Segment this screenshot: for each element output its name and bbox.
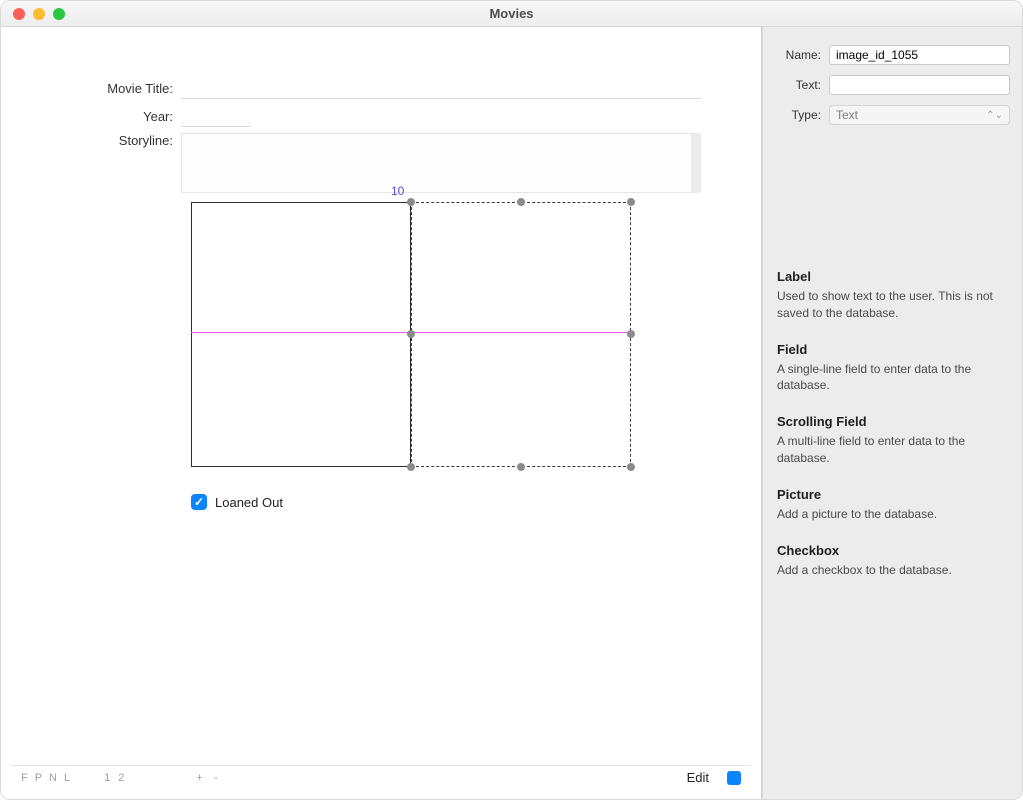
resize-handle-tr[interactable] xyxy=(627,198,635,206)
movie-title-label: Movie Title: xyxy=(11,81,181,96)
desc-checkbox[interactable]: Checkbox Add a checkbox to the database. xyxy=(777,543,1008,579)
desc-picture[interactable]: Picture Add a picture to the database. xyxy=(777,487,1008,523)
year-field[interactable] xyxy=(181,105,251,127)
inspector-type-value: Text xyxy=(836,108,858,122)
titlebar: Movies xyxy=(1,1,1022,27)
inspector-name-field[interactable] xyxy=(829,45,1010,65)
resize-handle-tl[interactable] xyxy=(407,198,415,206)
inspector-properties: Name: Text: Type: Text ⌃⌄ xyxy=(763,27,1022,143)
page-2[interactable]: 2 xyxy=(118,772,124,784)
canvas-footer: F P N L 1 2 + - Edit xyxy=(11,765,751,789)
storyline-field[interactable] xyxy=(181,133,701,193)
inspector-name-label: Name: xyxy=(775,48,829,62)
loaned-out-checkbox[interactable]: ✓ xyxy=(191,494,207,510)
inspector-text-field[interactable] xyxy=(829,75,1010,95)
inspector-type-select[interactable]: Text ⌃⌄ xyxy=(829,105,1010,125)
canvas-content[interactable]: Movie Title: Year: Storyline: 10 xyxy=(11,37,751,765)
movie-title-field[interactable] xyxy=(181,77,701,99)
loaned-out-label: Loaned Out xyxy=(215,495,283,510)
desc-label[interactable]: Label Used to show text to the user. Thi… xyxy=(777,269,1008,322)
offset-readout: 10 xyxy=(391,184,404,198)
chevron-updown-icon: ⌃⌄ xyxy=(986,110,1003,121)
zoom-window-button[interactable] xyxy=(53,8,65,20)
inspector-descriptions: Label Used to show text to the user. Thi… xyxy=(763,253,1022,614)
desc-field[interactable]: Field A single-line field to enter data … xyxy=(777,342,1008,395)
inspector-type-label: Type: xyxy=(775,108,829,122)
year-label: Year: xyxy=(11,109,181,124)
picture-placeholder-right-selected[interactable] xyxy=(411,202,631,467)
resize-handle-bm[interactable] xyxy=(517,463,525,471)
app-window: Movies Movie Title: Year: Storyline: xyxy=(0,0,1023,800)
zoom-controls[interactable]: + - xyxy=(196,772,221,784)
traffic-lights xyxy=(1,8,65,20)
resize-handle-br[interactable] xyxy=(627,463,635,471)
resize-handle-tm[interactable] xyxy=(517,198,525,206)
desc-scrolling-field[interactable]: Scrolling Field A multi-line field to en… xyxy=(777,414,1008,467)
picture-row: 10 xyxy=(191,202,641,482)
resize-handle-mr[interactable] xyxy=(627,330,635,338)
canvas-pane: Movie Title: Year: Storyline: 10 xyxy=(1,27,762,799)
window-title: Movies xyxy=(1,6,1022,21)
edit-badge-icon[interactable] xyxy=(727,771,741,785)
edit-button[interactable]: Edit xyxy=(687,770,709,785)
storyline-label: Storyline: xyxy=(11,133,181,148)
minimize-window-button[interactable] xyxy=(33,8,45,20)
picture-placeholder-left[interactable] xyxy=(191,202,411,467)
inspector-pane: Name: Text: Type: Text ⌃⌄ xyxy=(762,27,1022,799)
page-1[interactable]: 1 xyxy=(104,772,110,784)
resize-handle-ml[interactable] xyxy=(407,330,415,338)
resize-handle-bl[interactable] xyxy=(407,463,415,471)
nav-tokens[interactable]: F P N L xyxy=(21,772,72,784)
inspector-text-label: Text: xyxy=(775,78,829,92)
close-window-button[interactable] xyxy=(13,8,25,20)
